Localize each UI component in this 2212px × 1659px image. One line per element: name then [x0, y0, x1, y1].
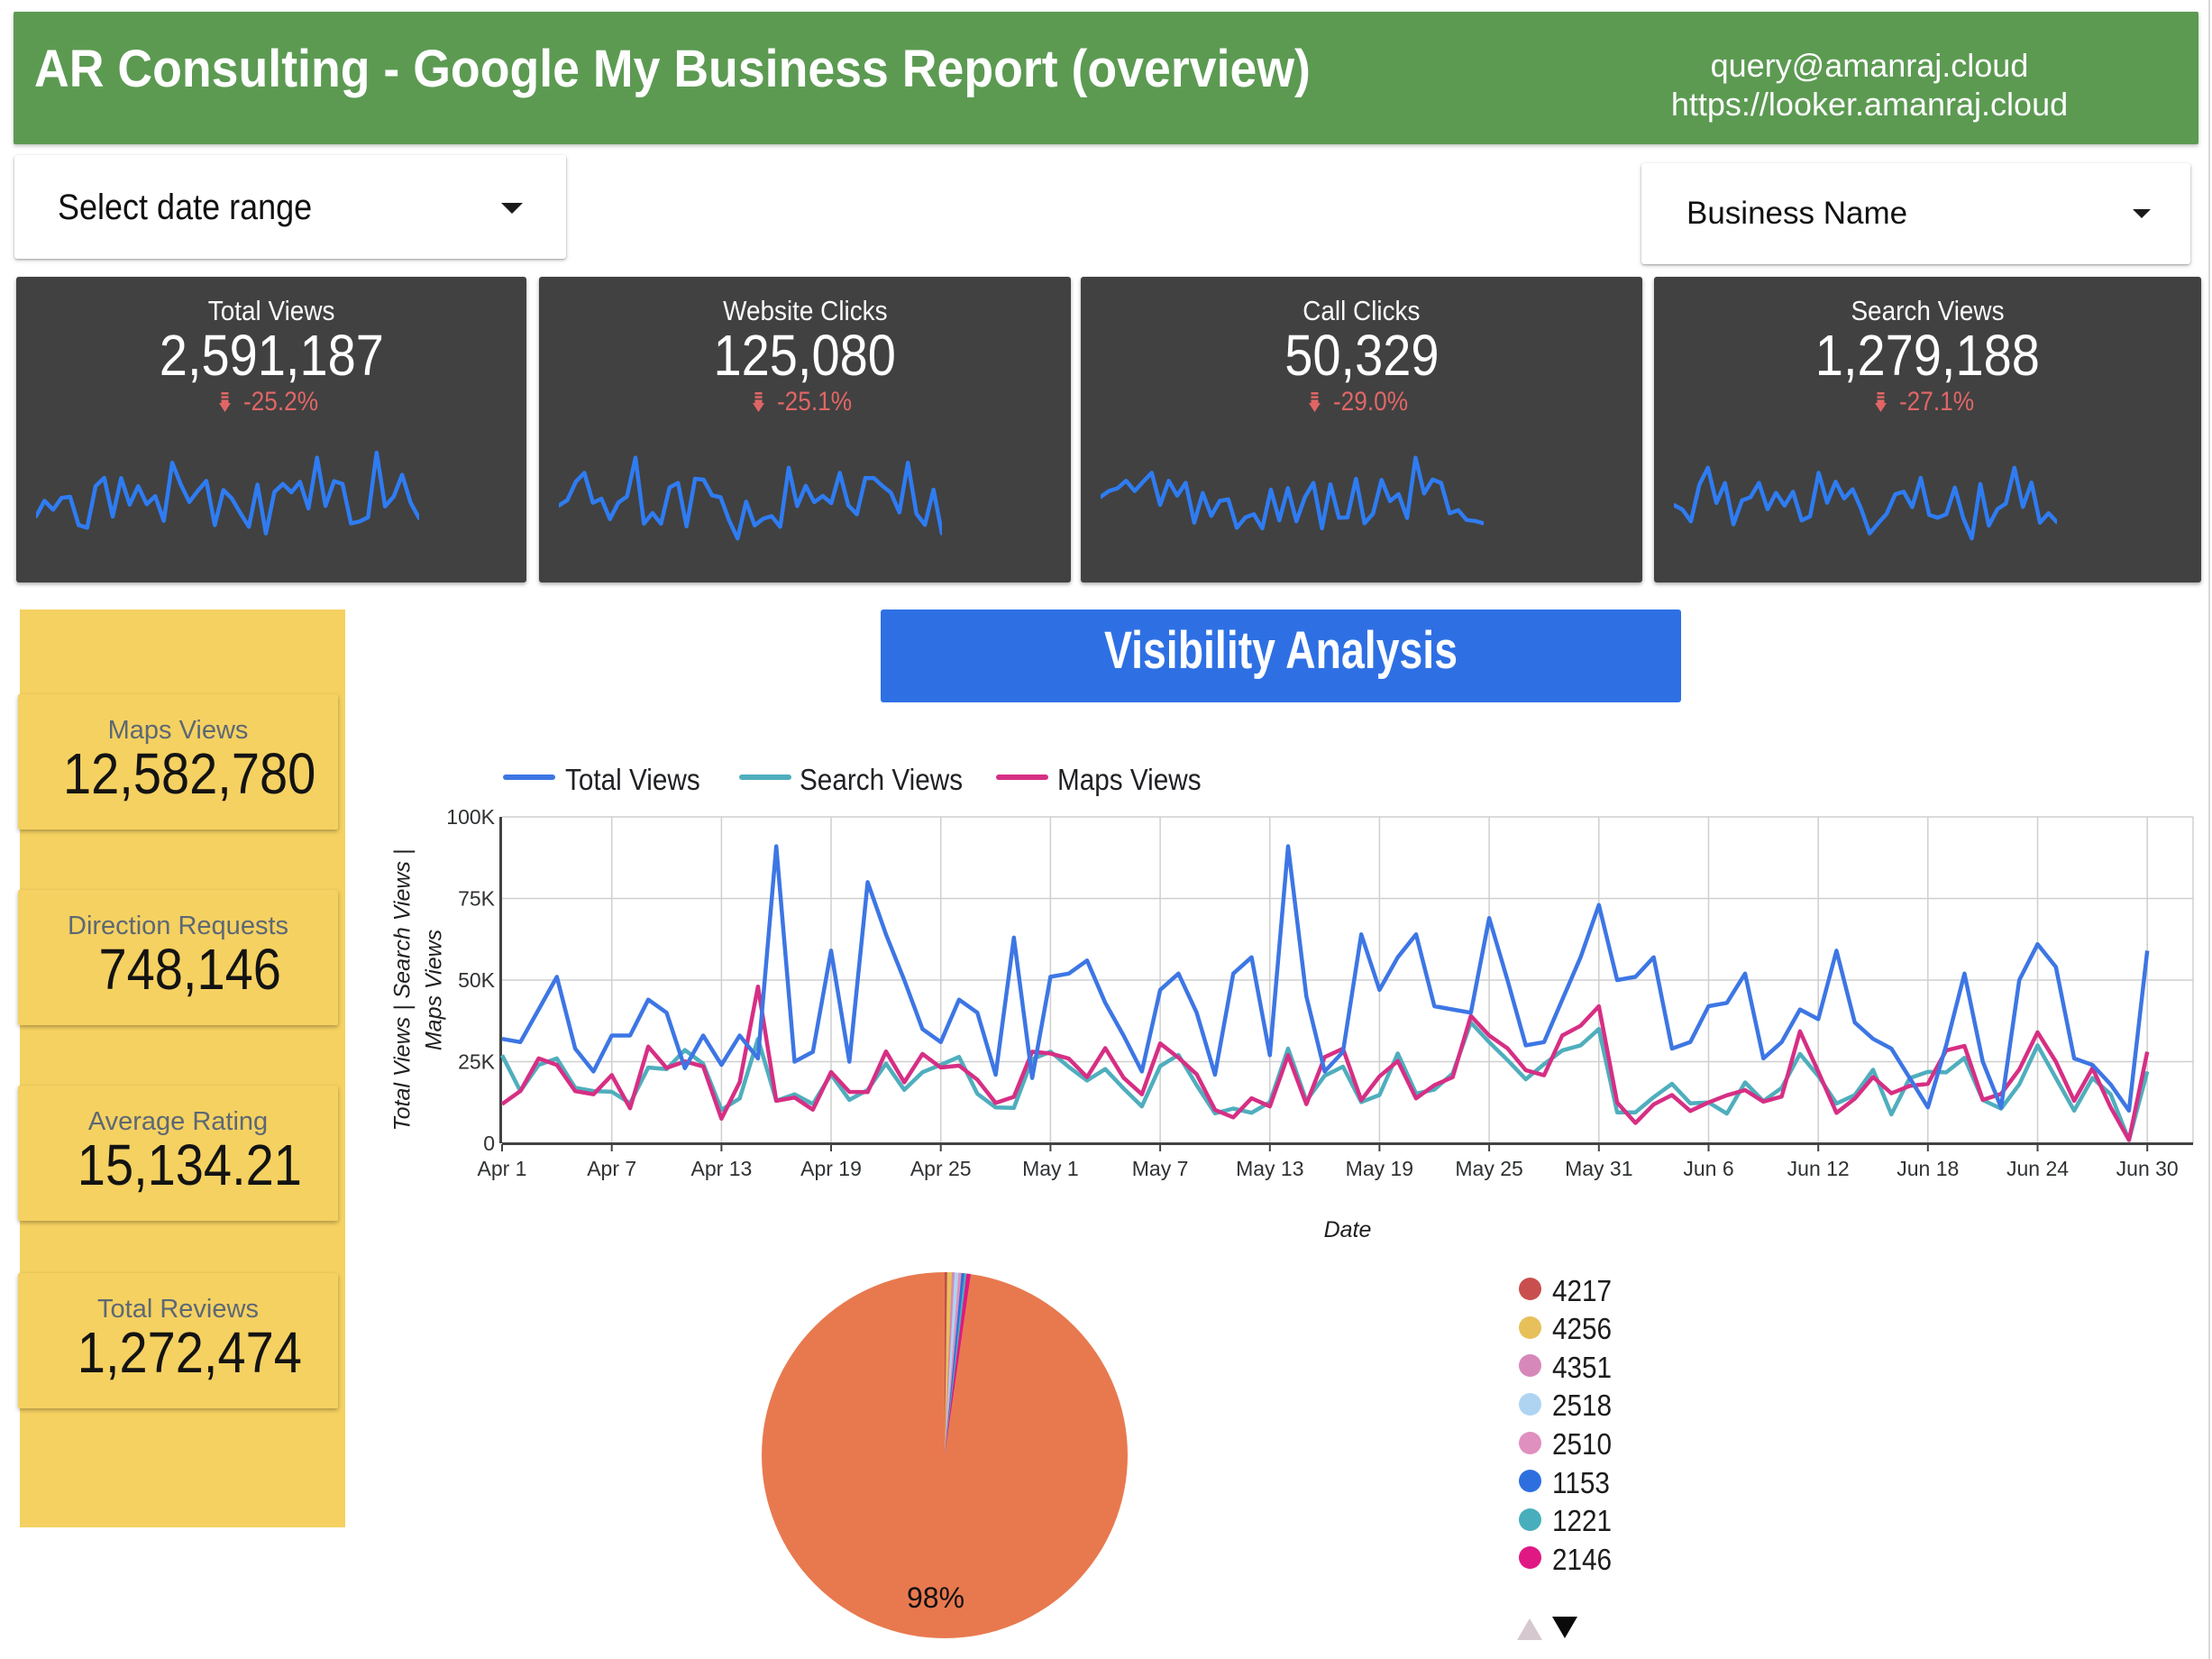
svg-text:50K: 50K — [458, 968, 496, 992]
svg-text:May 31: May 31 — [1565, 1157, 1632, 1180]
svg-text:Apr 19: Apr 19 — [800, 1157, 862, 1180]
svg-text:Apr 1: Apr 1 — [478, 1157, 527, 1180]
svg-text:Apr 13: Apr 13 — [691, 1157, 753, 1180]
svg-text:May 25: May 25 — [1455, 1157, 1522, 1180]
svg-text:May 1: May 1 — [1022, 1157, 1079, 1180]
svg-text:Jun 30: Jun 30 — [2116, 1157, 2179, 1180]
svg-text:Jun 18: Jun 18 — [1897, 1157, 1959, 1180]
svg-text:Apr 7: Apr 7 — [587, 1157, 636, 1180]
svg-text:Jun 12: Jun 12 — [1787, 1157, 1850, 1180]
svg-text:Jun 24: Jun 24 — [2006, 1157, 2069, 1180]
svg-text:25K: 25K — [458, 1050, 496, 1074]
svg-text:0: 0 — [483, 1132, 495, 1155]
svg-text:98%: 98% — [907, 1581, 964, 1614]
svg-text:May 19: May 19 — [1346, 1157, 1413, 1180]
svg-text:Jun 6: Jun 6 — [1683, 1157, 1733, 1180]
svg-text:May 7: May 7 — [1132, 1157, 1189, 1180]
svg-text:May 13: May 13 — [1236, 1157, 1303, 1180]
svg-text:Date: Date — [1324, 1217, 1372, 1242]
svg-text:100K: 100K — [446, 807, 495, 829]
svg-text:75K: 75K — [458, 887, 496, 911]
svg-text:Apr 25: Apr 25 — [910, 1157, 972, 1180]
